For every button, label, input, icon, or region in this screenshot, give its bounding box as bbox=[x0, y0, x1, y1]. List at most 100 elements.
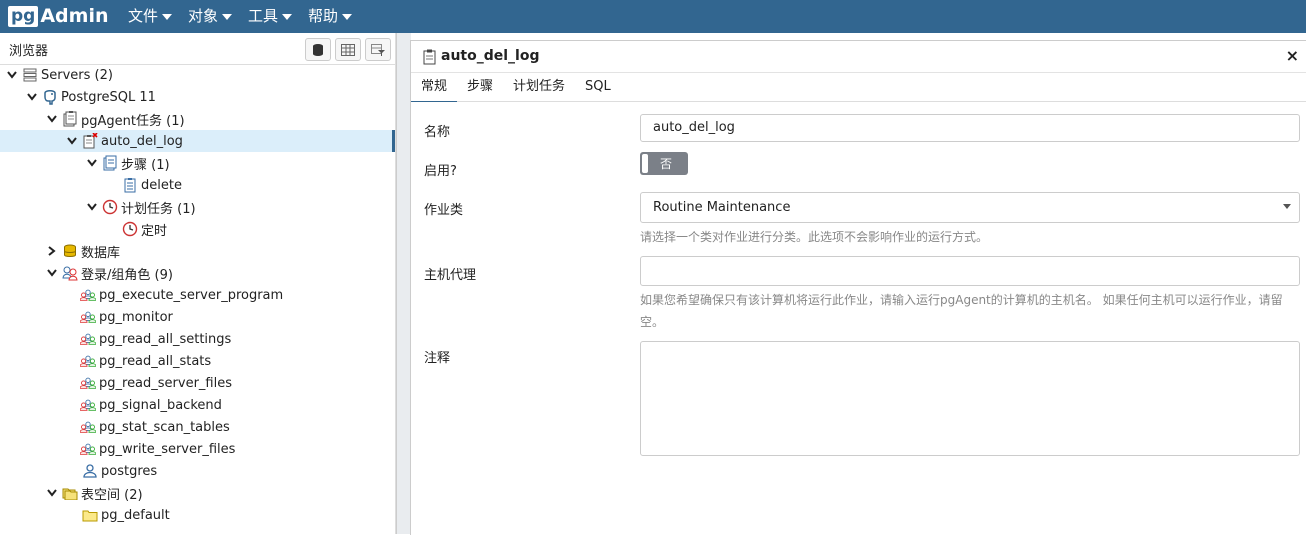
dialog-tabs: 常规 步骤 计划任务 SQL bbox=[411, 73, 1306, 103]
group-role-icon bbox=[80, 353, 96, 369]
tree-node-pg-default[interactable]: pg_default bbox=[82, 504, 170, 526]
tree-node-role[interactable]: pg_read_server_files bbox=[80, 372, 232, 394]
chevron-down-icon[interactable] bbox=[66, 135, 78, 147]
tree-node-databases[interactable]: 数据库 bbox=[46, 240, 120, 262]
enabled-label: 启用? bbox=[424, 164, 457, 179]
roles-icon bbox=[62, 265, 78, 281]
tree-label: postgres bbox=[101, 463, 158, 479]
name-label: 名称 bbox=[424, 125, 451, 140]
filter-table-icon bbox=[371, 43, 385, 56]
tree-label: 登录/组角色 (9) bbox=[81, 267, 173, 283]
tree-label: auto_del_log bbox=[101, 133, 183, 149]
tree-node-pgagent-jobs[interactable]: pgAgent任务 (1) bbox=[46, 108, 185, 130]
comment-textarea[interactable] bbox=[640, 341, 1300, 456]
tree-node-role[interactable]: pg_monitor bbox=[80, 306, 173, 328]
chevron-down-icon bbox=[282, 13, 293, 20]
logo-admin: Admin bbox=[40, 5, 109, 27]
menu-file-label: 文件 bbox=[128, 7, 159, 25]
group-role-icon bbox=[80, 397, 96, 413]
chevron-down-icon bbox=[222, 13, 233, 20]
menu-help[interactable]: 帮助 bbox=[300, 0, 360, 33]
chevron-down-icon[interactable] bbox=[86, 201, 98, 213]
tree-label: pgAgent任务 (1) bbox=[81, 113, 185, 129]
host-agent-input[interactable] bbox=[640, 256, 1300, 286]
tree-node-tablespaces[interactable]: 表空间 (2) bbox=[46, 482, 143, 504]
job-properties-dialog: auto_del_log × 常规 步骤 计划任务 SQL 名称 auto_de… bbox=[410, 40, 1306, 535]
tree-node-role[interactable]: pg_read_all_settings bbox=[80, 328, 231, 350]
group-role-icon bbox=[80, 287, 96, 303]
main-menu: 文件 对象 工具 帮助 bbox=[120, 0, 360, 33]
chevron-down-icon[interactable] bbox=[46, 487, 58, 499]
tab-schedules[interactable]: 计划任务 bbox=[503, 73, 575, 101]
tree-label: 数据库 bbox=[81, 245, 121, 261]
tree-node-role[interactable]: pg_read_all_stats bbox=[80, 350, 211, 372]
main-panel-edge bbox=[396, 33, 411, 534]
toggle-knob bbox=[642, 154, 648, 173]
jobs-icon bbox=[62, 111, 78, 127]
menu-object-label: 对象 bbox=[188, 7, 219, 25]
menu-tools-label: 工具 bbox=[248, 7, 279, 25]
chevron-down-icon[interactable] bbox=[6, 69, 18, 81]
tree-label: 定时 bbox=[141, 223, 168, 239]
job-icon bbox=[423, 49, 437, 69]
dialog-title: auto_del_log bbox=[441, 48, 540, 64]
tree-label: 计划任务 (1) bbox=[121, 201, 196, 217]
chevron-down-icon[interactable] bbox=[26, 91, 38, 103]
step-icon bbox=[122, 177, 138, 193]
logo-pg: pg bbox=[8, 5, 39, 27]
tree-node-role[interactable]: pg_execute_server_program bbox=[80, 284, 283, 306]
tab-general[interactable]: 常规 bbox=[411, 73, 458, 103]
view-data-button[interactable] bbox=[335, 38, 361, 61]
tree-node-schedule-timer[interactable]: 定时 bbox=[122, 218, 167, 240]
tree-node-role[interactable]: pg_signal_backend bbox=[80, 394, 222, 416]
menu-file[interactable]: 文件 bbox=[120, 0, 180, 33]
tree-node-postgresql-11[interactable]: PostgreSQL 11 bbox=[26, 86, 156, 108]
tree-label: 步骤 (1) bbox=[121, 157, 170, 173]
tree-node-steps[interactable]: 步骤 (1) bbox=[86, 152, 170, 174]
tree-node-postgres-user[interactable]: postgres bbox=[82, 460, 157, 482]
tab-sql[interactable]: SQL bbox=[575, 73, 621, 101]
tree-label: Servers (2) bbox=[41, 67, 113, 83]
close-icon[interactable]: × bbox=[1286, 46, 1299, 65]
browser-header: 浏览器 bbox=[0, 33, 395, 65]
user-icon bbox=[82, 463, 98, 479]
tree-label: pg_execute_server_program bbox=[99, 287, 284, 303]
job-class-select[interactable]: Routine Maintenance bbox=[640, 192, 1300, 223]
pgadmin-logo[interactable]: pg Admin bbox=[8, 5, 109, 27]
general-form: 名称 auto_del_log 启用? 否 作业类 Routine Mainte… bbox=[411, 102, 1306, 535]
query-tool-button[interactable] bbox=[305, 38, 331, 61]
elephant-icon bbox=[42, 89, 58, 105]
menu-tools[interactable]: 工具 bbox=[240, 0, 300, 33]
name-input[interactable]: auto_del_log bbox=[640, 114, 1300, 142]
steps-icon bbox=[102, 155, 118, 171]
folder-icon bbox=[82, 507, 98, 523]
caret-down-icon bbox=[1283, 204, 1291, 209]
chevron-down-icon[interactable] bbox=[46, 113, 58, 125]
tree-label: pg_default bbox=[101, 507, 170, 523]
chevron-down-icon[interactable] bbox=[46, 267, 58, 279]
dialog-header: auto_del_log × bbox=[411, 41, 1306, 73]
tree-node-auto-del-log[interactable]: auto_del_log bbox=[0, 130, 395, 152]
tree-node-delete[interactable]: delete bbox=[122, 174, 182, 196]
filter-rows-button[interactable] bbox=[365, 38, 391, 61]
tree-node-servers[interactable]: Servers (2) bbox=[6, 64, 113, 86]
chevron-down-icon[interactable] bbox=[86, 157, 98, 169]
tree-node-schedules[interactable]: 计划任务 (1) bbox=[86, 196, 196, 218]
schedules-icon bbox=[102, 199, 118, 215]
tablespaces-icon bbox=[62, 485, 78, 501]
clock-icon bbox=[122, 221, 138, 237]
host-agent-label: 主机代理 bbox=[424, 268, 477, 283]
tree-label: pg_stat_scan_tables bbox=[99, 419, 230, 435]
database-icon bbox=[313, 43, 323, 56]
tab-steps[interactable]: 步骤 bbox=[457, 73, 503, 101]
tree-node-login-group-roles[interactable]: 登录/组角色 (9) bbox=[46, 262, 173, 284]
menu-object[interactable]: 对象 bbox=[180, 0, 240, 33]
enabled-toggle[interactable]: 否 bbox=[640, 152, 688, 175]
tree-node-role[interactable]: pg_write_server_files bbox=[80, 438, 235, 460]
tree-label: pg_read_all_stats bbox=[99, 353, 212, 369]
tree-label: pg_write_server_files bbox=[99, 441, 236, 457]
chevron-right-icon[interactable] bbox=[46, 245, 58, 257]
tree-node-role[interactable]: pg_stat_scan_tables bbox=[80, 416, 230, 438]
job-class-help: 请选择一个类对作业进行分类。此选项不会影响作业的运行方式。 bbox=[640, 230, 989, 244]
browser-panel: 浏览器 Servers (2) PostgreSQL 11 pgAgent任务 … bbox=[0, 33, 396, 534]
